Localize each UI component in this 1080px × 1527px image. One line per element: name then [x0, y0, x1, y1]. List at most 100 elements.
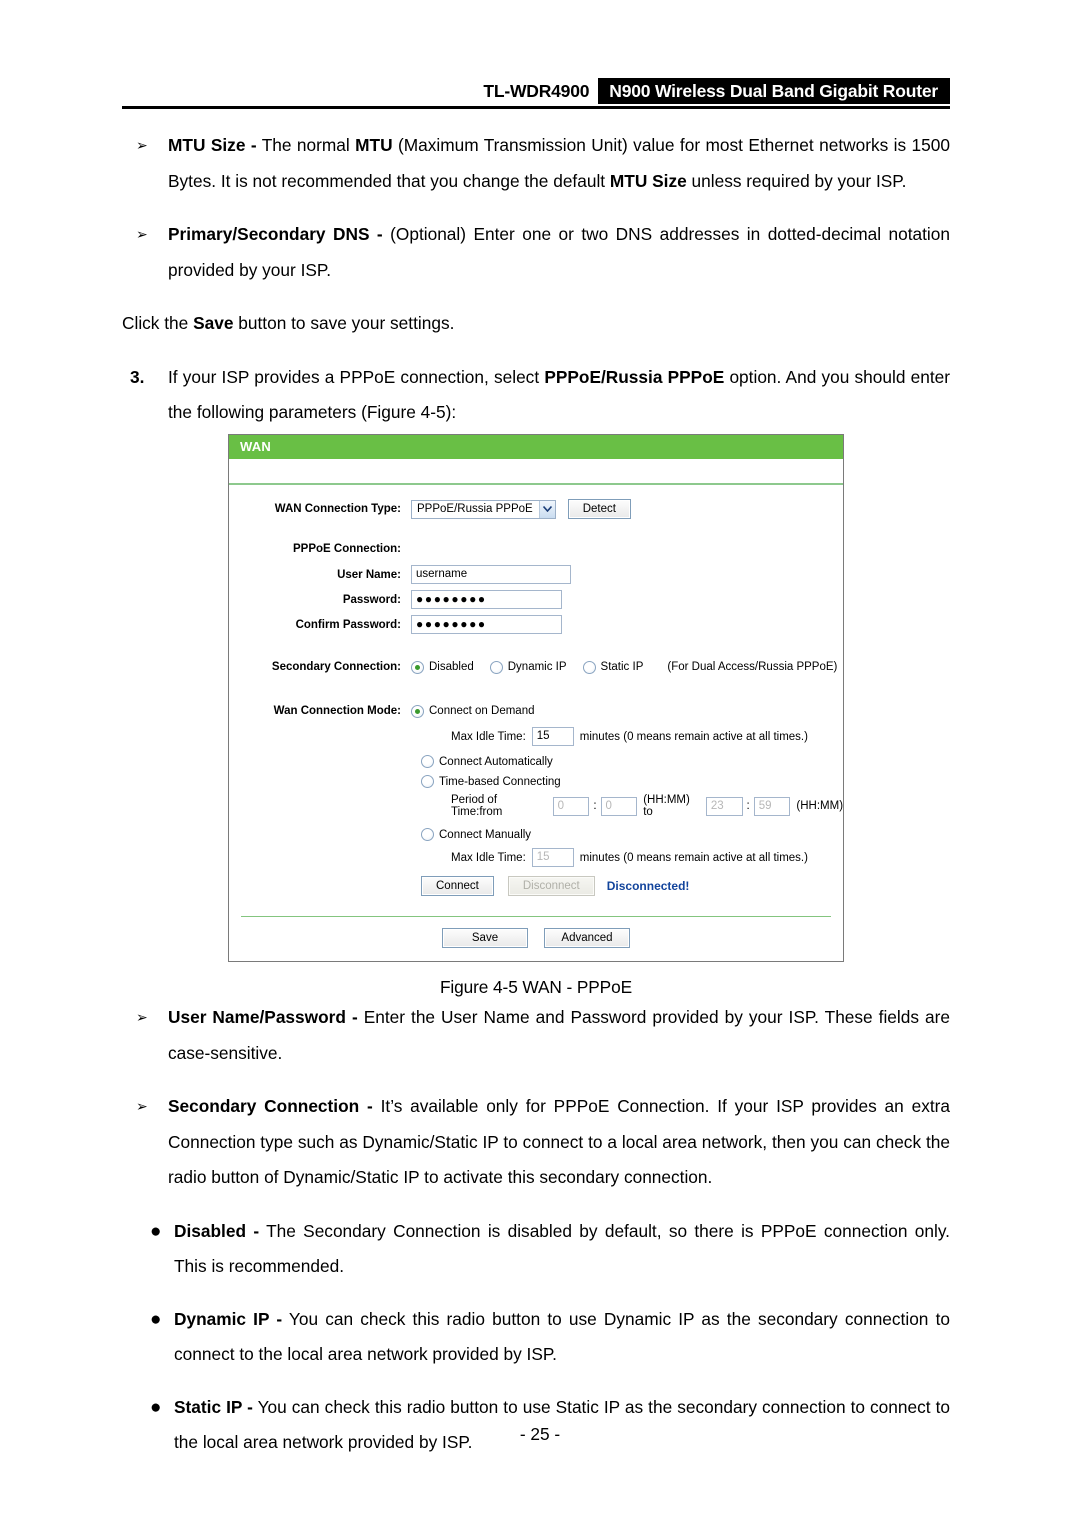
- radio-time-based-connecting[interactable]: Time-based Connecting: [421, 775, 561, 788]
- dot-bullet-icon: ●: [150, 1308, 162, 1330]
- password-label: Password:: [342, 594, 401, 606]
- mtu-bold-2: MTU: [355, 135, 393, 155]
- confirm-password-input[interactable]: ●●●●●●●●: [411, 615, 562, 634]
- unp-term: User Name/Password -: [168, 1007, 358, 1027]
- row-connect-automatically: Connect Automatically: [421, 755, 843, 768]
- radio-connect-manually-label: Connect Manually: [439, 828, 532, 841]
- detect-button[interactable]: Detect: [567, 499, 631, 519]
- bullet-mtu-size: ➢ MTU Size - The normal MTU (Maximum Tra…: [122, 128, 950, 199]
- radio-secondary-static-ip-label: Static IP: [600, 661, 644, 673]
- radio-indicator-icon[interactable]: [421, 775, 434, 788]
- connect-button[interactable]: Connect: [421, 876, 494, 896]
- password-input[interactable]: ●●●●●●●●: [411, 590, 562, 609]
- save-button[interactable]: Save: [442, 928, 528, 948]
- row-max-idle-time-demand: Max Idle Time: 15 minutes (0 means remai…: [451, 727, 843, 746]
- step3-bold: PPPoE/Russia PPPoE: [544, 366, 725, 387]
- period-colon-1: :: [593, 800, 597, 812]
- radio-connect-automatically-label: Connect Automatically: [439, 755, 553, 768]
- row-password: Password: ●●●●●●●●: [229, 590, 843, 610]
- bullet-dynamic-ip: ● Dynamic IP - You can check this radio …: [122, 1302, 950, 1373]
- row-time-based-connecting: Time-based Connecting: [421, 775, 843, 788]
- document-content: ➢ MTU Size - The normal MTU (Maximum Tra…: [122, 128, 950, 439]
- period-hhmm-note-2: (HH:MM): [796, 800, 844, 812]
- save-line-pre: Click the: [122, 313, 194, 333]
- max-idle-time-input-manual[interactable]: 15: [531, 848, 574, 867]
- wan-settings-panel: WAN WAN Connection Type: PPPoE/Russia PP…: [228, 434, 844, 962]
- bullet-primary-secondary-dns: ➢ Primary/Secondary DNS - (Optional) Ent…: [122, 217, 950, 288]
- arrow-bullet-icon: ➢: [136, 226, 148, 242]
- radio-secondary-dynamic-ip[interactable]: Dynamic IP: [489, 657, 567, 677]
- disconnect-button: Disconnect: [507, 876, 595, 896]
- arrow-bullet-icon: ➢: [136, 137, 148, 153]
- radio-secondary-disabled-label: Disabled: [429, 661, 474, 673]
- max-idle-time-input-demand[interactable]: 15: [531, 727, 574, 746]
- user-name-input[interactable]: username: [411, 565, 571, 584]
- row-period-of-time: Period of Time:from 0 : 0 (HH:MM) to 23 …: [451, 794, 843, 818]
- radio-secondary-disabled[interactable]: Disabled: [411, 657, 474, 677]
- radio-connect-on-demand-label: Connect on Demand: [429, 705, 535, 717]
- step3-pre: If your ISP provides a PPPoE connection,…: [168, 366, 545, 387]
- max-idle-time-note: minutes (0 means remain active at all ti…: [579, 730, 808, 743]
- radio-connect-manually[interactable]: Connect Manually: [421, 828, 531, 841]
- radio-secondary-static-ip[interactable]: Static IP: [582, 657, 644, 677]
- dns-term: Primary/Secondary DNS -: [168, 224, 383, 244]
- radio-connect-automatically[interactable]: Connect Automatically: [421, 755, 553, 768]
- radio-indicator-icon[interactable]: [582, 660, 596, 674]
- radio-indicator-icon[interactable]: [489, 660, 503, 674]
- advanced-button[interactable]: Advanced: [544, 928, 630, 948]
- figure-caption: Figure 4-5 WAN - PPPoE: [439, 977, 633, 997]
- period-to-hour-input[interactable]: 23: [705, 796, 743, 816]
- row-max-idle-time-manual: Max Idle Time: 15 minutes (0 means remai…: [451, 848, 843, 867]
- wan-footer-actions: Save Advanced: [229, 917, 843, 961]
- user-name-label: User Name:: [337, 569, 401, 581]
- period-from-minute-input[interactable]: 0: [600, 796, 638, 816]
- row-connect-manually: Connect Manually: [421, 828, 843, 841]
- wan-panel-body: WAN Connection Type: PPPoE/Russia PPPoE …: [229, 485, 843, 906]
- radio-indicator-icon[interactable]: [421, 828, 434, 841]
- header-model-name: TL-WDR4900: [483, 81, 590, 101]
- period-from-hour-input[interactable]: 0: [552, 796, 590, 816]
- wan-panel-title: WAN: [229, 435, 843, 459]
- radio-time-based-connecting-label: Time-based Connecting: [439, 775, 561, 788]
- row-confirm-password: Confirm Password: ●●●●●●●●: [229, 615, 843, 635]
- radio-indicator-icon[interactable]: [421, 755, 434, 768]
- dot-bullet-icon: ●: [150, 1220, 162, 1242]
- connection-status-text: Disconnected!: [606, 879, 690, 893]
- pppoe-connection-label: PPPoE Connection:: [293, 543, 401, 555]
- max-idle-time-note-manual: minutes (0 means remain active at all ti…: [579, 851, 808, 864]
- period-of-time-label: Period of Time:from: [451, 794, 503, 818]
- wan-figure: WAN WAN Connection Type: PPPoE/Russia PP…: [228, 434, 844, 998]
- radio-indicator-icon[interactable]: [411, 660, 424, 674]
- row-pppoe-connection-heading: PPPoE Connection:: [229, 539, 843, 559]
- save-line-post: button to save your settings.: [233, 313, 455, 333]
- dynamic-rest: You can check this radio button to use D…: [174, 1308, 950, 1365]
- radio-secondary-dynamic-ip-label: Dynamic IP: [507, 661, 567, 673]
- wan-connection-type-select[interactable]: PPPoE/Russia PPPoE: [411, 499, 556, 519]
- secondary-connection-note: (For Dual Access/Russia PPPoE): [667, 661, 838, 673]
- chevron-down-icon[interactable]: [538, 500, 555, 518]
- wan-connection-type-value: PPPoE/Russia PPPoE: [417, 503, 533, 515]
- header-product-name: N900 Wireless Dual Band Gigabit Router: [598, 78, 950, 104]
- disabled-term: Disabled -: [174, 1220, 260, 1241]
- dot-bullet-icon: ●: [150, 1396, 162, 1418]
- dynamic-term: Dynamic IP -: [174, 1308, 283, 1329]
- secconn-term: Secondary Connection -: [168, 1096, 373, 1116]
- save-line-bold: Save: [193, 313, 234, 333]
- mtu-bold-3: MTU Size: [609, 170, 687, 191]
- bullet-disabled: ● Disabled - The Secondary Connection is…: [122, 1214, 950, 1285]
- max-idle-time-label-manual: Max Idle Time:: [451, 851, 526, 864]
- confirm-password-label: Confirm Password:: [295, 619, 401, 631]
- period-colon-2: :: [746, 800, 750, 812]
- numbered-step-3: 3. If your ISP provides a PPPoE connecti…: [122, 360, 950, 431]
- mtu-rest-3: unless required by your ISP.: [686, 170, 907, 191]
- arrow-bullet-icon: ➢: [136, 1009, 148, 1025]
- period-to-minute-input[interactable]: 59: [753, 796, 791, 816]
- page-number: - 25 -: [519, 1424, 561, 1444]
- document-page: TL-WDR4900 N900 Wireless Dual Band Gigab…: [0, 0, 1080, 1527]
- radio-connect-on-demand[interactable]: Connect on Demand: [411, 701, 534, 721]
- row-user-name: User Name: username: [229, 565, 843, 585]
- bullet-user-name-password: ➢ User Name/Password - Enter the User Na…: [122, 1000, 950, 1071]
- radio-indicator-icon[interactable]: [411, 704, 424, 718]
- header-divider: [122, 106, 950, 109]
- wan-connection-type-label: WAN Connection Type:: [274, 503, 401, 515]
